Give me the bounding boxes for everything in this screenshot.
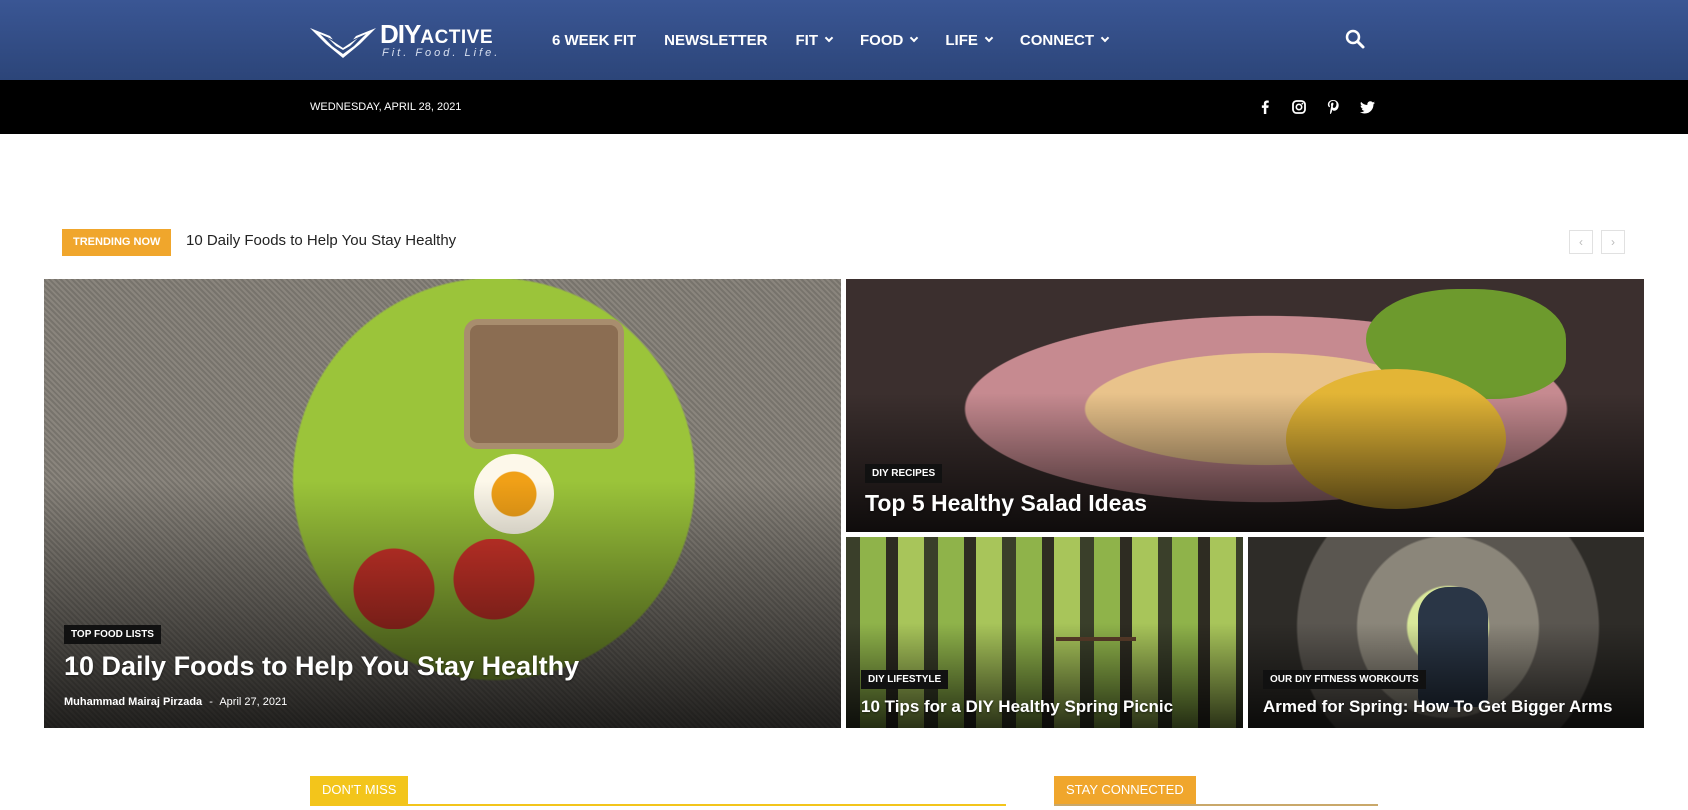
featured-post-main[interactable]: TOP FOOD LISTS 10 Daily Foods to Help Yo… [44,279,841,728]
category-tag[interactable]: DIY LIFESTYLE [861,670,949,689]
section-divider [310,804,1006,806]
chevron-down-icon [824,33,834,43]
nav-connect[interactable]: CONNECT [1020,32,1110,49]
nav-6-week-fit[interactable]: 6 WEEK FIT [552,32,636,49]
section-title: DON'T MISS [310,776,409,804]
chevron-down-icon [984,33,994,43]
pinterest-icon [1327,100,1339,114]
post-title[interactable]: Top 5 Healthy Salad Ideas [865,490,1147,517]
trending-prev-button[interactable]: ‹ [1569,230,1593,254]
site-logo[interactable]: DIYACTIVE Fit. Food. Life. [310,20,520,60]
current-date: WEDNESDAY, APRIL 28, 2021 [310,101,462,113]
post-title[interactable]: 10 Tips for a DIY Healthy Spring Picnic [861,697,1173,717]
trending-now-badge: TRENDING NOW [62,229,172,256]
nav-life[interactable]: LIFE [945,32,994,49]
category-tag[interactable]: OUR DIY FITNESS WORKOUTS [1263,670,1426,689]
top-bar: WEDNESDAY, APRIL 28, 2021 [0,80,1688,134]
post-title[interactable]: Armed for Spring: How To Get Bigger Arms [1263,697,1612,717]
instagram-link[interactable] [1289,97,1309,117]
trending-next-button[interactable]: › [1601,230,1625,254]
stay-connected-section-header: STAY CONNECTED [1054,776,1378,806]
social-links [1255,97,1377,117]
search-icon [1345,29,1365,49]
featured-post-salad[interactable]: DIY RECIPES Top 5 Healthy Salad Ideas [846,279,1644,532]
wings-logo-icon [310,28,376,58]
pinterest-link[interactable] [1323,97,1343,117]
top-navigation: DIYACTIVE Fit. Food. Life. 6 WEEK FIT NE… [0,0,1688,80]
nav-fit[interactable]: FIT [796,32,834,49]
category-tag[interactable]: TOP FOOD LISTS [64,625,161,644]
facebook-icon [1261,100,1269,114]
category-tag[interactable]: DIY RECIPES [865,464,943,483]
featured-post-picnic[interactable]: DIY LIFESTYLE 10 Tips for a DIY Healthy … [846,537,1243,728]
chevron-down-icon [1100,33,1110,43]
post-author[interactable]: Muhammad Mairaj Pirzada [64,696,202,708]
featured-image-food-plate [464,319,624,449]
featured-post-arms[interactable]: OUR DIY FITNESS WORKOUTS Armed for Sprin… [1248,537,1644,728]
dont-miss-section-header: DON'T MISS [310,776,1006,806]
logo-tagline: Fit. Food. Life. [382,47,501,59]
chevron-left-icon: ‹ [1579,235,1583,249]
nav-food[interactable]: FOOD [860,32,919,49]
instagram-icon [1292,100,1306,114]
facebook-link[interactable] [1255,97,1275,117]
post-meta: Muhammad Mairaj Pirzada - April 27, 2021 [64,696,287,708]
meta-separator: - [209,696,213,708]
chevron-right-icon: › [1611,235,1615,249]
main-menu: 6 WEEK FIT NEWSLETTER FIT FOOD LIFE CONN… [552,0,1136,80]
post-title[interactable]: 10 Daily Foods to Help You Stay Healthy [64,651,579,682]
twitter-icon [1359,100,1375,113]
section-title: STAY CONNECTED [1054,776,1196,804]
section-divider [1054,804,1378,806]
search-button[interactable] [1344,28,1366,50]
image-gradient-overlay [44,481,841,728]
trending-headline-link[interactable]: 10 Daily Foods to Help You Stay Healthy [186,232,456,249]
post-date: April 27, 2021 [219,696,288,708]
twitter-link[interactable] [1357,97,1377,117]
chevron-down-icon [910,33,919,43]
nav-newsletter[interactable]: NEWSLETTER [664,32,767,49]
